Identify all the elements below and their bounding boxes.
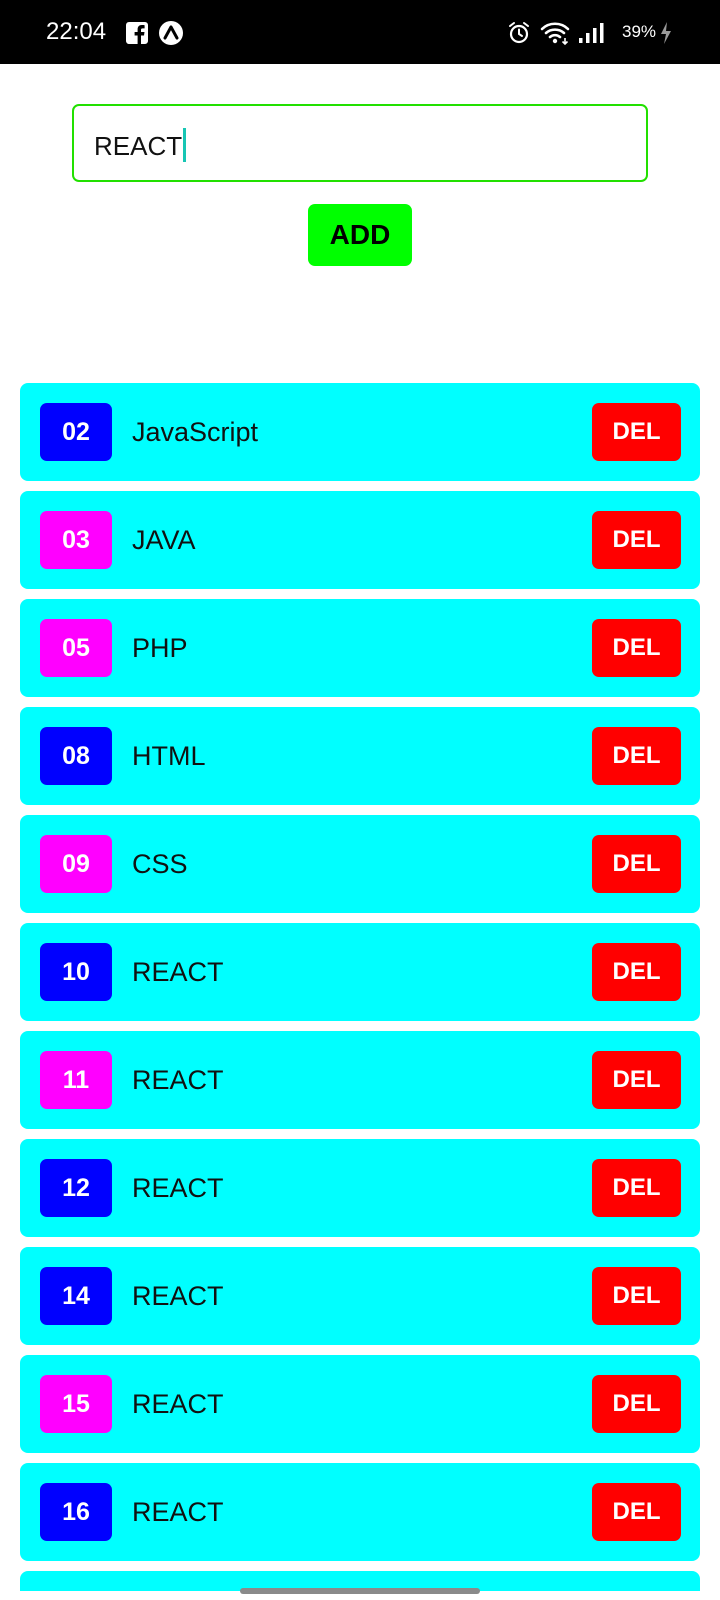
- delete-button[interactable]: DEL: [592, 1051, 681, 1109]
- home-indicator[interactable]: [240, 1588, 480, 1594]
- item-label: PHP: [132, 633, 188, 663]
- delete-button[interactable]: DEL: [592, 727, 681, 785]
- text-cursor: [183, 128, 187, 162]
- item-number-badge: 16: [40, 1483, 112, 1541]
- item-list: 02 JavaScript DEL 03 JAVA DEL 05 PHP DEL 08 HTML DE…: [20, 383, 700, 1591]
- list-item: 03 JAVA DEL: [20, 491, 700, 589]
- delete-button[interactable]: DEL: [592, 511, 681, 569]
- battery-percentage: 39%: [622, 22, 657, 41]
- item-number-badge: 15: [40, 1375, 112, 1433]
- status-bar: 22:04 39%: [0, 0, 720, 64]
- item-label: REACT: [132, 1389, 224, 1419]
- item-label: REACT: [132, 957, 224, 987]
- list-item: 12 REACT DEL: [20, 1139, 700, 1237]
- item-number-badge: 14: [40, 1267, 112, 1325]
- list-item: 14 REACT DEL: [20, 1247, 700, 1345]
- item-number-badge: 08: [40, 727, 112, 785]
- list-item: 09 CSS DEL: [20, 815, 700, 913]
- item-label: CSS: [132, 849, 188, 879]
- list-item: 15 REACT DEL: [20, 1355, 700, 1453]
- list-item: 16 REACT DEL: [20, 1463, 700, 1561]
- item-number-badge: 12: [40, 1159, 112, 1217]
- item-number-badge: 09: [40, 835, 112, 893]
- item-label: HTML: [132, 741, 206, 771]
- list-item: 08 HTML DEL: [20, 707, 700, 805]
- delete-button[interactable]: DEL: [592, 1267, 681, 1325]
- input-value: REACT: [94, 131, 183, 161]
- item-label: JavaScript: [132, 417, 259, 447]
- text-input[interactable]: REACT: [72, 104, 648, 182]
- list-item: 10 REACT DEL: [20, 923, 700, 1021]
- facebook-icon: [126, 22, 148, 44]
- delete-button[interactable]: DEL: [592, 1483, 681, 1541]
- item-label: REACT: [132, 1065, 224, 1095]
- delete-button[interactable]: DEL: [592, 403, 681, 461]
- item-label: REACT: [132, 1173, 224, 1203]
- item-label: REACT: [132, 1281, 224, 1311]
- item-label: REACT: [132, 1497, 224, 1527]
- list-item: 05 PHP DEL: [20, 599, 700, 697]
- wifi-icon: [540, 22, 570, 46]
- charging-icon: [661, 22, 671, 44]
- list-item: 02 JavaScript DEL: [20, 383, 700, 481]
- add-button[interactable]: ADD: [308, 204, 412, 266]
- delete-button[interactable]: DEL: [592, 1159, 681, 1217]
- status-time: 22:04: [46, 18, 107, 45]
- delete-button[interactable]: DEL: [592, 619, 681, 677]
- list-item: 11 REACT DEL: [20, 1031, 700, 1129]
- item-label: JAVA: [132, 525, 196, 555]
- item-number-badge: 11: [40, 1051, 112, 1109]
- delete-button[interactable]: DEL: [592, 1375, 681, 1433]
- delete-button[interactable]: DEL: [592, 943, 681, 1001]
- alarm-icon: [509, 22, 529, 44]
- signal-icon: [579, 23, 604, 43]
- app-notification-icon: [159, 21, 183, 45]
- item-number-badge: 03: [40, 511, 112, 569]
- item-number-badge: 05: [40, 619, 112, 677]
- item-number-badge: 02: [40, 403, 112, 461]
- item-number-badge: 10: [40, 943, 112, 1001]
- delete-button[interactable]: DEL: [592, 835, 681, 893]
